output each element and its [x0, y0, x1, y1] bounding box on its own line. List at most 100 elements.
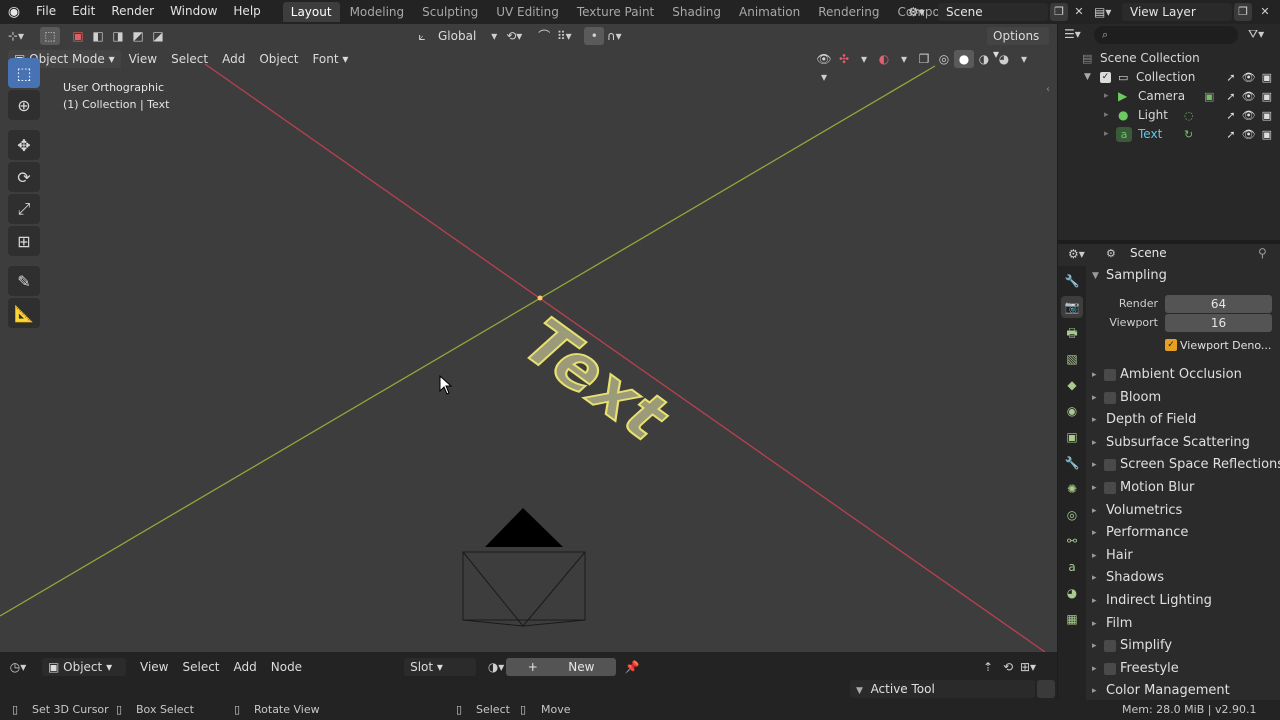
- render-samples-field[interactable]: 64: [1165, 295, 1272, 313]
- scale-tool-icon[interactable]: ⤢: [8, 194, 40, 224]
- bottom-menu-select[interactable]: Select: [176, 658, 225, 676]
- new-scene-icon[interactable]: ❐: [1050, 3, 1068, 21]
- modifier-tab-icon[interactable]: 🔧: [1061, 452, 1083, 474]
- tab-uv-editing[interactable]: UV Editing: [488, 2, 567, 22]
- material-tab-icon[interactable]: ◕: [1061, 582, 1083, 604]
- tab-rendering[interactable]: Rendering: [810, 2, 887, 22]
- tab-texture-paint[interactable]: Texture Paint: [569, 2, 662, 22]
- collection-checkbox[interactable]: ✓: [1100, 72, 1111, 83]
- menu-font[interactable]: Font ▾: [306, 50, 354, 68]
- box-select-intersect-icon[interactable]: ◪: [148, 27, 168, 45]
- xray-icon[interactable]: ❐: [914, 50, 934, 68]
- menu-help[interactable]: Help: [225, 0, 268, 24]
- slot-dropdown[interactable]: Slot ▾: [404, 658, 477, 676]
- collection-expand-icon[interactable]: ▼: [1084, 68, 1091, 87]
- render-toggle-icon[interactable]: ▣: [1262, 68, 1272, 87]
- snap-mode-icon[interactable]: ⊞▾: [1018, 658, 1038, 676]
- pin-icon[interactable]: ⚲: [1258, 246, 1267, 260]
- render-toggle-icon[interactable]: ▣: [1262, 125, 1272, 144]
- filter-icon[interactable]: ⛛▾: [1248, 27, 1264, 42]
- outliner-row-camera[interactable]: ▸ ▶ Camera ▣ ➚ 👁 ▣: [1058, 87, 1280, 106]
- text-expand-icon[interactable]: ▸: [1104, 125, 1109, 144]
- outliner-row-scene-collection[interactable]: ▤ Scene Collection: [1058, 49, 1280, 68]
- render-toggle-icon[interactable]: ▣: [1262, 87, 1272, 106]
- tab-shading[interactable]: Shading: [664, 2, 729, 22]
- render-tab-icon[interactable]: 📷: [1061, 296, 1083, 318]
- menu-render[interactable]: Render: [103, 0, 162, 24]
- measure-tool-icon[interactable]: 📐: [8, 298, 40, 328]
- panel-bloom[interactable]: ▸ Bloom: [1086, 387, 1274, 409]
- panel-subsurface-scattering[interactable]: ▸ Subsurface Scattering: [1086, 432, 1274, 454]
- editor-type-icon-bottom[interactable]: ◷▾: [8, 658, 28, 676]
- parent-tree-icon[interactable]: ⇡: [978, 658, 998, 676]
- output-tab-icon[interactable]: 🖶: [1061, 322, 1083, 344]
- view-layer-tab-icon[interactable]: ▧: [1061, 348, 1083, 370]
- panel-enable-checkbox[interactable]: [1104, 662, 1116, 675]
- bottom-menu-add[interactable]: Add: [228, 658, 263, 676]
- panel-indirect-lighting[interactable]: ▸ Indirect Lighting: [1086, 590, 1274, 612]
- object-tab-icon[interactable]: ▣: [1061, 426, 1083, 448]
- remove-view-layer-icon[interactable]: ✕: [1256, 3, 1274, 21]
- eye-icon[interactable]: 👁: [1242, 68, 1256, 87]
- tool-tab-icon[interactable]: 🔧: [1061, 270, 1083, 292]
- tab-layout[interactable]: Layout: [282, 2, 340, 22]
- gizmo-icon[interactable]: ✣: [834, 50, 854, 68]
- scene-icon[interactable]: ⚙▾: [908, 3, 936, 21]
- panel-performance[interactable]: ▸ Performance: [1086, 522, 1274, 544]
- menu-add[interactable]: Add: [216, 50, 251, 68]
- outliner-search-input[interactable]: ⌕: [1094, 26, 1238, 44]
- new-material-button[interactable]: + New: [506, 658, 617, 676]
- snap-target-icon[interactable]: ⠿▾: [554, 27, 574, 45]
- scene-name-field[interactable]: Scene: [938, 3, 1048, 21]
- menu-edit[interactable]: Edit: [64, 0, 103, 24]
- camera-expand-icon[interactable]: ▸: [1104, 87, 1109, 106]
- panel-sampling[interactable]: ▼ Sampling: [1086, 265, 1274, 287]
- eye-icon[interactable]: 👁: [1242, 106, 1256, 125]
- menu-view[interactable]: View: [123, 50, 163, 68]
- proportional-edit-icon[interactable]: •: [584, 27, 605, 45]
- panel-screen-space-reflections[interactable]: ▸ Screen Space Reflections: [1086, 454, 1280, 476]
- pivot-icon[interactable]: ⟲▾: [504, 27, 524, 45]
- viewport-denoise-checkbox[interactable]: ✓: [1165, 339, 1177, 351]
- physics-tab-icon[interactable]: ◎: [1061, 504, 1083, 526]
- material-browse-icon[interactable]: ◑▾: [486, 658, 506, 676]
- wireframe-shading-icon[interactable]: ◎: [934, 50, 954, 68]
- scene-tab-icon[interactable]: ◆: [1061, 374, 1083, 396]
- overlay-dropdown-icon[interactable]: ▾: [894, 50, 914, 68]
- tab-modeling[interactable]: Modeling: [342, 2, 413, 22]
- rendered-shading-icon[interactable]: ◕: [994, 50, 1014, 68]
- menu-object[interactable]: Object: [253, 50, 304, 68]
- properties-editor-icon[interactable]: ⚙▾: [1068, 247, 1085, 261]
- solid-shading-icon[interactable]: ●: [954, 50, 974, 68]
- overlay-icon[interactable]: ◐: [874, 50, 894, 68]
- data-tab-icon[interactable]: a: [1061, 556, 1083, 578]
- panel-film[interactable]: ▸ Film: [1086, 613, 1274, 635]
- eye-icon[interactable]: 👁: [1242, 87, 1256, 106]
- particles-tab-icon[interactable]: ✺: [1061, 478, 1083, 500]
- panel-ambient-occlusion[interactable]: ▸ Ambient Occlusion: [1086, 364, 1274, 386]
- object-type-dropdown[interactable]: ▣ Object ▾: [42, 658, 126, 676]
- menu-window[interactable]: Window: [162, 0, 225, 24]
- menu-select[interactable]: Select: [165, 50, 214, 68]
- box-select-extend-icon[interactable]: ◧: [88, 27, 108, 45]
- select-toggle-icon[interactable]: ➚: [1226, 68, 1235, 87]
- material-shading-icon[interactable]: ◑: [974, 50, 994, 68]
- box-select-subtract-icon[interactable]: ◨: [108, 27, 128, 45]
- box-select-new-icon[interactable]: ▣: [68, 27, 88, 45]
- panel-simplify[interactable]: ▸ Simplify: [1086, 635, 1274, 657]
- world-tab-icon[interactable]: ◉: [1061, 400, 1083, 422]
- blender-logo-icon[interactable]: ◉: [0, 0, 28, 24]
- light-expand-icon[interactable]: ▸: [1104, 106, 1109, 125]
- box-select-invert-icon[interactable]: ◩: [128, 27, 148, 45]
- panel-hair[interactable]: ▸ Hair: [1086, 545, 1274, 567]
- panel-freestyle[interactable]: ▸ Freestyle: [1086, 658, 1274, 680]
- bottom-menu-node[interactable]: Node: [265, 658, 308, 676]
- tab-sculpting[interactable]: Sculpting: [414, 2, 486, 22]
- cursor-tool-icon[interactable]: ⊕: [8, 90, 40, 120]
- panel-enable-checkbox[interactable]: [1104, 640, 1116, 653]
- view-layer-icon[interactable]: ▤▾: [1094, 3, 1122, 21]
- view-layer-field[interactable]: View Layer: [1122, 3, 1232, 21]
- move-tool-icon[interactable]: ✥: [8, 130, 40, 160]
- shading-dropdown-icon[interactable]: ▾: [1014, 50, 1034, 68]
- panel-enable-checkbox[interactable]: [1104, 482, 1116, 494]
